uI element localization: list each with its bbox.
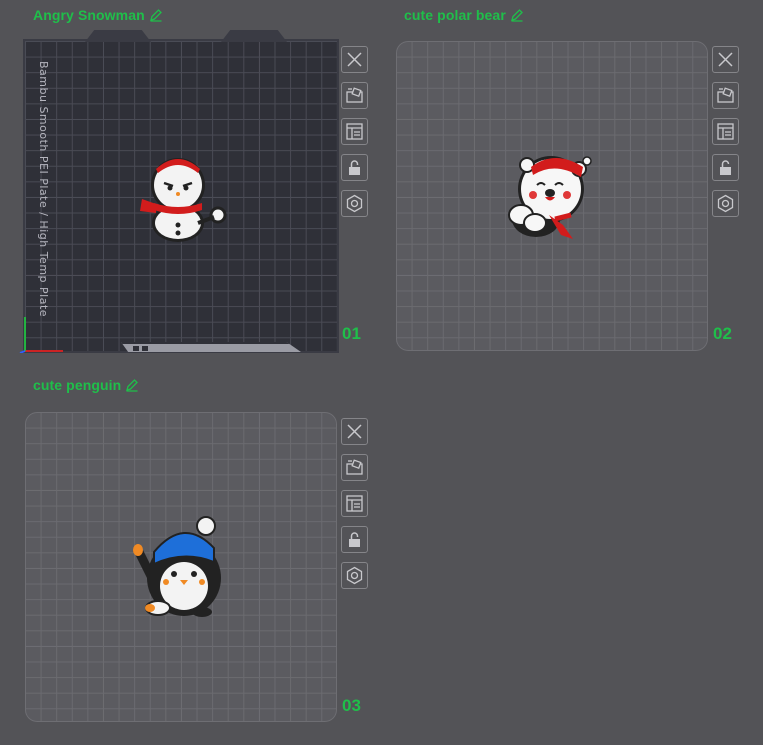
cute-polar-bear-model[interactable]: [501, 149, 601, 241]
plate-bottom-strip: [121, 342, 301, 352]
arrange-button[interactable]: [341, 454, 368, 481]
settings-button[interactable]: [341, 190, 368, 217]
close-button[interactable]: [341, 418, 368, 445]
edit-pencil-icon[interactable]: [149, 8, 163, 22]
layout-button[interactable]: [341, 118, 368, 145]
plate-3-bed[interactable]: [25, 412, 337, 722]
lock-button[interactable]: [341, 526, 368, 553]
close-icon: [718, 52, 733, 67]
settings-button[interactable]: [341, 562, 368, 589]
settings-hex-icon: [346, 194, 363, 213]
plate-3-name[interactable]: cute penguin: [33, 375, 139, 395]
arrange-icon: [346, 87, 363, 103]
layout-button[interactable]: [712, 118, 739, 145]
unlock-icon: [720, 160, 731, 175]
plate-2-toolbar: [712, 46, 739, 217]
layout-icon: [717, 123, 734, 140]
settings-hex-icon: [717, 194, 734, 213]
close-button[interactable]: [341, 46, 368, 73]
plate-2-name-text: cute polar bear: [404, 7, 506, 23]
plate-brand-label: Bambu Smooth PEI Plate / High Temp Plate: [37, 61, 50, 318]
close-icon: [347, 52, 362, 67]
plate-3-number: 03: [342, 696, 361, 715]
arrange-icon: [346, 459, 363, 475]
cute-penguin-model[interactable]: [128, 512, 236, 620]
lock-icon: [349, 532, 360, 547]
close-button[interactable]: [712, 46, 739, 73]
arrange-icon: [717, 87, 734, 103]
plate-1-tab-right: [221, 30, 287, 42]
plate-3-toolbar: [341, 418, 368, 589]
angry-snowman-model[interactable]: [134, 151, 229, 246]
edit-pencil-icon[interactable]: [125, 378, 139, 392]
lock-button[interactable]: [712, 154, 739, 181]
plate-1-tab-left: [85, 30, 151, 42]
edit-pencil-icon[interactable]: [510, 8, 524, 22]
plate-1-name-text: Angry Snowman: [33, 7, 145, 23]
close-icon: [347, 424, 362, 439]
arrange-button[interactable]: [341, 82, 368, 109]
plate-2-number: 02: [713, 324, 732, 343]
plate-1-number: 01: [342, 324, 361, 343]
plate-1-toolbar: [341, 46, 368, 217]
layout-icon: [346, 123, 363, 140]
plate-3-name-text: cute penguin: [33, 377, 122, 393]
settings-button[interactable]: [712, 190, 739, 217]
lock-icon: [349, 160, 360, 175]
plate-2-name[interactable]: cute polar bear: [404, 5, 524, 25]
arrange-button[interactable]: [712, 82, 739, 109]
plate-2-bed[interactable]: [396, 41, 708, 351]
plate-1-bed[interactable]: Bambu Smooth PEI Plate / High Temp Plate: [19, 30, 337, 353]
layout-button[interactable]: [341, 490, 368, 517]
layout-icon: [346, 495, 363, 512]
axes-indicator-icon: [19, 317, 63, 353]
plate-1-name[interactable]: Angry Snowman: [33, 5, 163, 25]
settings-hex-icon: [346, 566, 363, 585]
lock-button[interactable]: [341, 154, 368, 181]
